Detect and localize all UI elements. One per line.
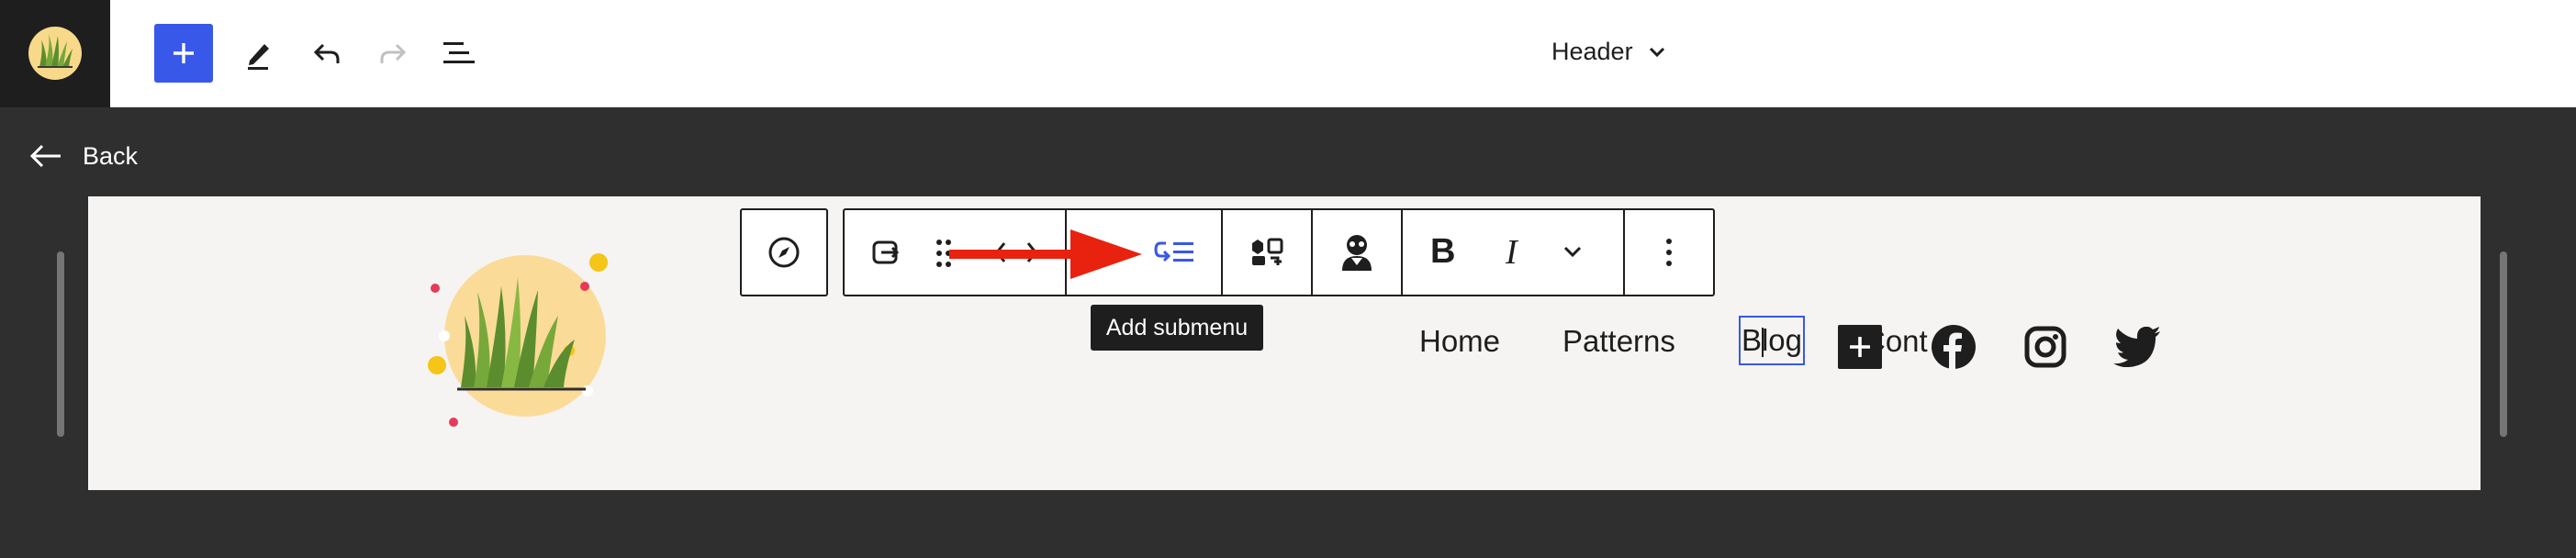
- avatar-icon: [1342, 235, 1372, 271]
- pencil-icon: [248, 44, 269, 70]
- more-formatting-button[interactable]: [1561, 240, 1585, 268]
- site-icon-button[interactable]: [0, 0, 110, 107]
- social-link-instagram[interactable]: [2020, 321, 2071, 373]
- canvas-scrollbar-right[interactable]: [2500, 251, 2507, 437]
- twitter-icon: [2113, 327, 2160, 367]
- text-cursor: [1762, 328, 1764, 357]
- plus-icon: [174, 43, 194, 63]
- canvas-scrollbar-left[interactable]: [57, 251, 64, 437]
- plus-icon: [1850, 337, 1870, 357]
- transform-icon: [1252, 238, 1283, 265]
- site-logo: [428, 253, 608, 427]
- back-button[interactable]: Back: [29, 138, 138, 174]
- document-title-dropdown[interactable]: Header: [1551, 33, 1668, 70]
- social-link-twitter[interactable]: [2111, 321, 2163, 373]
- instagram-icon: [2024, 326, 2066, 368]
- bold-button[interactable]: B: [1430, 232, 1455, 272]
- transform-button[interactable]: [1223, 210, 1313, 295]
- document-title: Header: [1551, 37, 1633, 65]
- tooltip: Add submenu: [1091, 305, 1263, 351]
- add-submenu-icon: [1154, 241, 1193, 262]
- select-parent-cell: [742, 210, 826, 295]
- options-button[interactable]: [1625, 210, 1713, 295]
- formatting-group: B I: [1403, 210, 1625, 295]
- back-label: Back: [83, 141, 139, 170]
- facebook-icon: [1932, 325, 1976, 369]
- link-icon: [872, 240, 900, 264]
- redo-icon: [380, 43, 407, 63]
- nav-item-blog[interactable]: Blog: [1739, 316, 1805, 365]
- more-options-icon: [1666, 239, 1672, 266]
- add-block-button[interactable]: [154, 24, 213, 83]
- annotation-arrow: [949, 229, 1142, 279]
- italic-button[interactable]: I: [1506, 232, 1518, 273]
- bold-icon: B: [1430, 232, 1456, 271]
- redo-button[interactable]: [364, 24, 422, 83]
- social-link-facebook[interactable]: [1928, 321, 1979, 373]
- site-logo-icon: [28, 27, 82, 80]
- list-view-icon: [443, 42, 475, 63]
- avatar-button[interactable]: [1313, 210, 1403, 295]
- undo-button[interactable]: [297, 24, 356, 83]
- undo-icon: [313, 43, 340, 63]
- nav-item-home[interactable]: Home: [1419, 316, 1500, 367]
- link-button[interactable]: [868, 234, 905, 275]
- list-view-button[interactable]: [430, 24, 488, 83]
- add-nav-item-button[interactable]: [1838, 325, 1882, 369]
- nav-item-blog-label: Blog: [1741, 323, 1803, 357]
- select-parent-button[interactable]: [740, 208, 828, 296]
- italic-icon: I: [1506, 233, 1518, 272]
- tools-button[interactable]: [230, 24, 288, 83]
- arrow-left-icon: [29, 144, 61, 168]
- chevron-down-icon: [1649, 47, 1664, 58]
- chevron-down-icon: [1563, 246, 1582, 258]
- nav-item-patterns[interactable]: Patterns: [1562, 316, 1675, 367]
- editor-top-toolbar: Header: [0, 0, 2576, 107]
- compass-icon: [768, 237, 800, 268]
